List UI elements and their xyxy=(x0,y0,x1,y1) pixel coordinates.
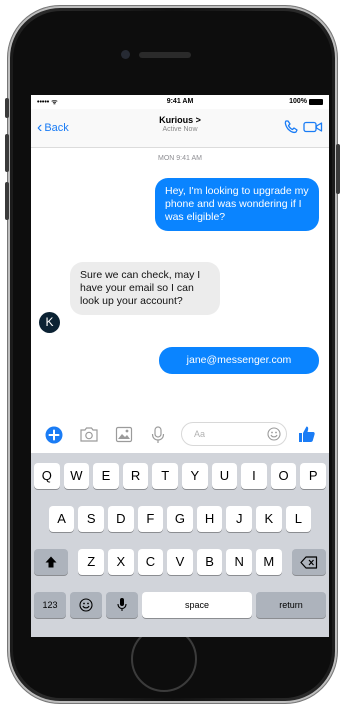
phone-call-icon[interactable] xyxy=(283,119,299,135)
key-h[interactable]: H xyxy=(196,506,223,532)
front-camera xyxy=(121,50,130,59)
shift-icon xyxy=(45,556,57,568)
power-button xyxy=(336,144,340,194)
numbers-key[interactable]: 123 xyxy=(34,592,66,618)
emoji-key[interactable] xyxy=(70,592,102,618)
key-w[interactable]: W xyxy=(63,463,90,489)
key-e[interactable]: E xyxy=(93,463,119,489)
key-f[interactable]: F xyxy=(137,506,164,532)
message-composer: Aa xyxy=(31,417,329,453)
volume-up-button xyxy=(5,134,9,172)
camera-icon[interactable] xyxy=(79,426,99,443)
video-call-icon[interactable] xyxy=(303,121,323,133)
volume-down-button xyxy=(5,182,9,220)
key-k[interactable]: K xyxy=(256,506,282,532)
message-timestamp: MON 9:41 AM xyxy=(158,155,202,162)
message-incoming[interactable]: Sure we can check, may I have your email… xyxy=(70,262,220,315)
key-p[interactable]: P xyxy=(300,463,326,489)
battery-indicator: 100% xyxy=(289,98,323,105)
microphone-icon xyxy=(117,598,127,611)
thumbs-up-icon[interactable] xyxy=(297,424,317,444)
key-v[interactable]: V xyxy=(167,549,193,575)
message-outgoing[interactable]: jane@messenger.com xyxy=(159,347,319,374)
status-time: 9:41 AM xyxy=(166,98,194,105)
key-b[interactable]: B xyxy=(196,549,223,575)
key-s[interactable]: S xyxy=(78,506,104,532)
key-g[interactable]: G xyxy=(167,506,193,532)
key-j[interactable]: J xyxy=(226,506,252,532)
emoji-icon[interactable] xyxy=(267,427,281,441)
dictation-key[interactable] xyxy=(106,592,138,618)
mute-switch xyxy=(5,98,9,118)
key-y[interactable]: Y xyxy=(182,463,208,489)
phone-screen: ••••• ᯤ 9:41 AM 100% ‹ Back Kurious > Ac… xyxy=(31,95,329,637)
key-q[interactable]: Q xyxy=(34,463,60,489)
space-key[interactable]: space xyxy=(142,592,252,618)
key-n[interactable]: N xyxy=(226,549,252,575)
backspace-icon xyxy=(300,556,318,569)
backspace-key[interactable] xyxy=(292,549,326,575)
status-bar: ••••• ᯤ 9:41 AM 100% xyxy=(31,95,329,109)
key-z[interactable]: Z xyxy=(78,549,104,575)
return-key[interactable]: return xyxy=(256,592,326,618)
key-r[interactable]: R xyxy=(122,463,149,489)
key-u[interactable]: U xyxy=(211,463,238,489)
battery-icon xyxy=(309,98,323,105)
key-t[interactable]: T xyxy=(152,463,178,489)
key-x[interactable]: X xyxy=(108,549,134,575)
microphone-icon[interactable] xyxy=(151,426,165,444)
message-outgoing[interactable]: Hey, I'm looking to upgrade my phone and… xyxy=(155,178,319,231)
earpiece-speaker xyxy=(139,52,191,58)
message-input-placeholder: Aa xyxy=(194,429,206,439)
shift-key[interactable] xyxy=(34,549,68,575)
keyboard: Q W E R T Y U I O P A S D F G H J K L Z … xyxy=(31,453,329,637)
key-d[interactable]: D xyxy=(108,506,134,532)
photo-icon[interactable] xyxy=(115,426,133,443)
key-l[interactable]: L xyxy=(285,506,312,532)
key-i[interactable]: I xyxy=(241,463,267,489)
key-a[interactable]: A xyxy=(48,506,75,532)
emoji-icon xyxy=(79,598,93,612)
plus-icon[interactable] xyxy=(45,426,63,444)
battery-percent: 100% xyxy=(289,98,307,105)
message-input[interactable]: Aa xyxy=(181,422,287,446)
key-c[interactable]: C xyxy=(137,549,164,575)
conversation-header: ‹ Back Kurious > Active Now xyxy=(31,109,329,148)
key-m[interactable]: M xyxy=(256,549,282,575)
key-o[interactable]: O xyxy=(270,463,297,489)
avatar[interactable]: K xyxy=(39,312,60,333)
